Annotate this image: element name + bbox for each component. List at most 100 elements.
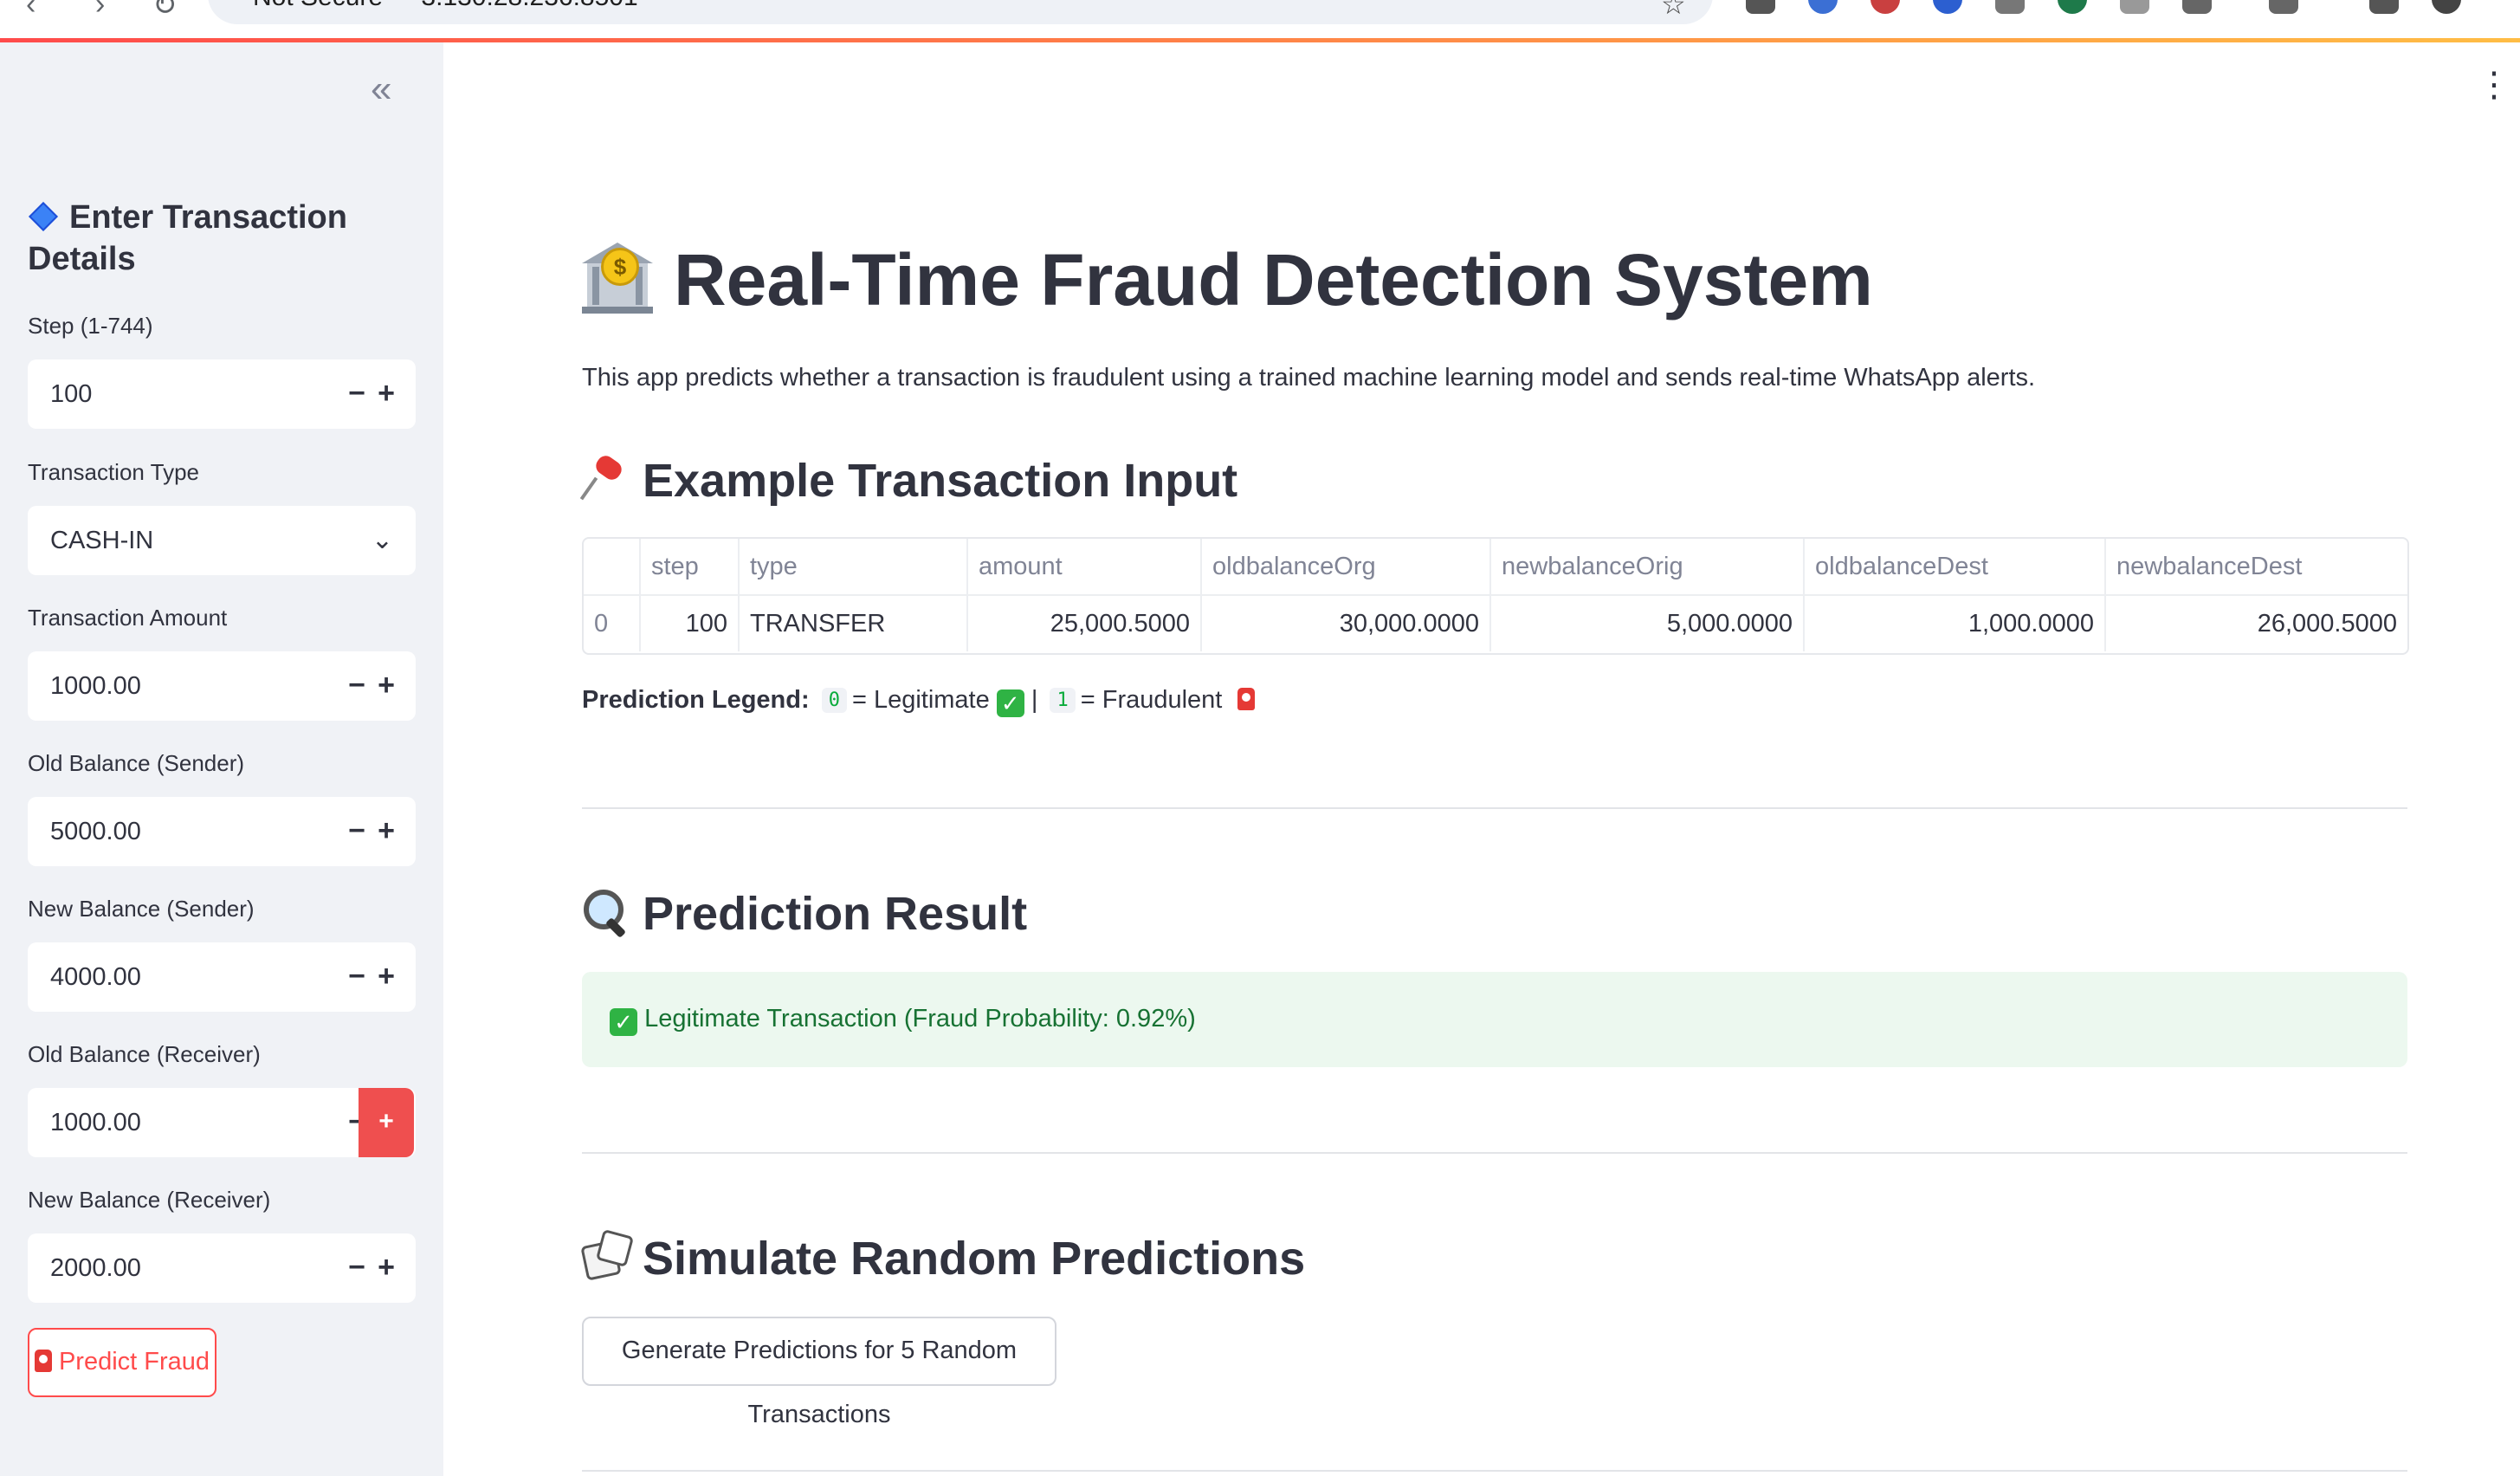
divider — [582, 1152, 2407, 1154]
bookmark-star-icon[interactable]: ☆ — [1661, 0, 1686, 21]
new-balance-receiver-input[interactable]: 2000.00 − + — [28, 1233, 416, 1303]
table-cell-index[interactable]: 0 — [584, 595, 641, 651]
extension-icon[interactable] — [2269, 0, 2298, 14]
extension-icon[interactable] — [1871, 0, 1900, 14]
extension-icon[interactable] — [2120, 0, 2149, 14]
table-cell-newbalancedest[interactable]: 26,000.5000 — [2105, 595, 2407, 651]
prediction-legend: Prediction Legend: 0 = Legitimate ✓ | 1 = … — [582, 686, 1262, 717]
table-cell-step[interactable]: 100 — [640, 595, 740, 651]
chevron-down-icon[interactable]: ⌄ — [372, 525, 393, 555]
reload-icon[interactable]: ↻ — [152, 0, 178, 23]
url-text[interactable]: Not Secure 3.130.28.236:8501 — [253, 0, 638, 12]
blue-diamond-icon — [29, 201, 58, 231]
browser-toolbar: ‹ › ↻ Not Secure 3.130.28.236:8501 ☆ — [0, 0, 2520, 38]
column-header-index[interactable] — [584, 539, 641, 596]
step-increment-button[interactable]: + — [359, 359, 414, 429]
new-balance-receiver-field: New Balance (Receiver) 2000.00 − + — [28, 1187, 416, 1303]
column-header-type[interactable]: type — [739, 539, 968, 596]
old-balance-receiver-increment-button[interactable]: + — [359, 1088, 414, 1157]
sidebar: « Enter Transaction Details Step (1-744)… — [0, 42, 443, 1476]
extension-icon[interactable] — [2058, 0, 2087, 14]
legend-one-text: = Fraudulent — [1080, 686, 1223, 714]
old-balance-sender-value[interactable]: 5000.00 — [50, 818, 141, 846]
old-balance-sender-label: Old Balance (Sender) — [28, 750, 245, 776]
transaction-amount-field: Transaction Amount 1000.00 − + — [28, 605, 416, 721]
extension-icon[interactable] — [1933, 0, 1962, 14]
old-balance-sender-input[interactable]: 5000.00 − + — [28, 797, 416, 866]
siren-icon — [1237, 688, 1256, 710]
pushpin-icon — [579, 452, 629, 502]
back-icon[interactable]: ‹ — [26, 0, 36, 22]
table-cell-type[interactable]: TRANSFER — [739, 595, 968, 651]
main-menu-icon[interactable]: ⋮ — [2477, 68, 2511, 102]
siren-icon — [34, 1350, 52, 1372]
magnifying-glass-icon — [580, 886, 629, 939]
generate-predictions-button[interactable]: Generate Predictions for 5 Random Transa… — [582, 1317, 1056, 1428]
new-balance-receiver-value[interactable]: 2000.00 — [50, 1254, 141, 1283]
old-balance-receiver-input[interactable]: 1000.00 − + — [28, 1088, 416, 1157]
step-field: Step (1-744) 100 − + — [28, 313, 416, 429]
legend-one-code: 1 — [1050, 688, 1076, 713]
step-input[interactable]: 100 − + — [28, 359, 416, 429]
column-header-oldbalanceorg[interactable]: oldbalanceOrg — [1201, 539, 1491, 596]
collapse-sidebar-icon[interactable]: « — [371, 70, 391, 108]
predict-fraud-button[interactable]: Predict Fraud — [28, 1328, 216, 1397]
extension-icon[interactable] — [1746, 0, 1775, 14]
old-balance-sender-increment-button[interactable]: + — [359, 797, 414, 866]
result-section-header: Prediction Result — [580, 884, 1027, 944]
table-row: 0 100 TRANSFER 25,000.5000 30,000.0000 5… — [584, 595, 2407, 651]
new-balance-sender-input[interactable]: 4000.00 − + — [28, 942, 416, 1012]
column-header-step[interactable]: step — [640, 539, 740, 596]
new-balance-receiver-increment-button[interactable]: + — [359, 1233, 414, 1303]
divider — [582, 1470, 2407, 1472]
extension-icon[interactable] — [1808, 0, 1838, 14]
column-header-newbalancedest[interactable]: newbalanceDest — [2105, 539, 2407, 596]
sidebar-header: Enter Transaction Details — [28, 197, 409, 280]
legend-zero-code: 0 — [821, 688, 847, 713]
example-transaction-table[interactable]: step type amount oldbalanceOrg newbalanc… — [582, 537, 2409, 655]
transaction-type-select[interactable]: CASH-IN ⌄ — [28, 506, 416, 575]
extension-icon[interactable] — [2182, 0, 2212, 14]
new-balance-sender-value[interactable]: 4000.00 — [50, 963, 141, 992]
simulate-section-header: Simulate Random Predictions — [580, 1228, 1305, 1289]
prediction-result-text: Legitimate Transaction (Fraud Probabilit… — [644, 1005, 1196, 1033]
page-title: $ Real-Time Fraud Detection System — [580, 232, 1873, 327]
new-balance-sender-label: New Balance (Sender) — [28, 896, 255, 922]
new-balance-sender-increment-button[interactable]: + — [359, 942, 414, 1012]
profile-avatar-icon[interactable] — [2432, 0, 2461, 14]
divider — [582, 807, 2407, 809]
prediction-result-line: ✓ Legitimate Transaction (Fraud Probabil… — [610, 1005, 1196, 1036]
extension-icon[interactable] — [1995, 0, 2025, 14]
download-icon[interactable] — [2369, 0, 2399, 14]
security-label[interactable]: Not Secure — [253, 0, 383, 11]
example-section-title: Example Transaction Input — [643, 455, 1238, 507]
table-cell-oldbalanceorg[interactable]: 30,000.0000 — [1201, 595, 1491, 651]
old-balance-receiver-label: Old Balance (Receiver) — [28, 1041, 261, 1067]
transaction-amount-input[interactable]: 1000.00 − + — [28, 651, 416, 721]
step-label: Step (1-744) — [28, 313, 153, 339]
bank-icon: $ — [580, 239, 655, 314]
step-value[interactable]: 100 — [50, 380, 92, 409]
transaction-type-label: Transaction Type — [28, 459, 199, 485]
table-cell-oldbalancedest[interactable]: 1,000.0000 — [1804, 595, 2106, 651]
transaction-type-value[interactable]: CASH-IN — [50, 527, 153, 555]
simulate-section-title: Simulate Random Predictions — [643, 1233, 1306, 1285]
result-section-title: Prediction Result — [643, 888, 1028, 940]
table-cell-amount[interactable]: 25,000.5000 — [967, 595, 1202, 651]
legend-label: Prediction Legend: — [582, 686, 810, 714]
new-balance-receiver-label: New Balance (Receiver) — [28, 1187, 271, 1213]
table-cell-newbalanceorig[interactable]: 5,000.0000 — [1490, 595, 1805, 651]
column-header-oldbalancedest[interactable]: oldbalanceDest — [1804, 539, 2106, 596]
prediction-result-alert: ✓ Legitimate Transaction (Fraud Probabil… — [582, 972, 2407, 1067]
page-description: This app predicts whether a transaction … — [582, 364, 2036, 392]
transaction-amount-increment-button[interactable]: + — [359, 651, 414, 721]
sidebar-header-text: Enter Transaction Details — [28, 199, 347, 277]
old-balance-receiver-value[interactable]: 1000.00 — [50, 1109, 141, 1137]
new-balance-sender-field: New Balance (Sender) 4000.00 − + — [28, 896, 416, 1012]
forward-icon[interactable]: › — [95, 0, 105, 22]
transaction-amount-value[interactable]: 1000.00 — [50, 672, 141, 701]
legend-separator: | — [1031, 686, 1038, 714]
transaction-type-field: Transaction Type CASH-IN ⌄ — [28, 459, 416, 575]
column-header-newbalanceorig[interactable]: newbalanceOrig — [1490, 539, 1805, 596]
column-header-amount[interactable]: amount — [967, 539, 1202, 596]
